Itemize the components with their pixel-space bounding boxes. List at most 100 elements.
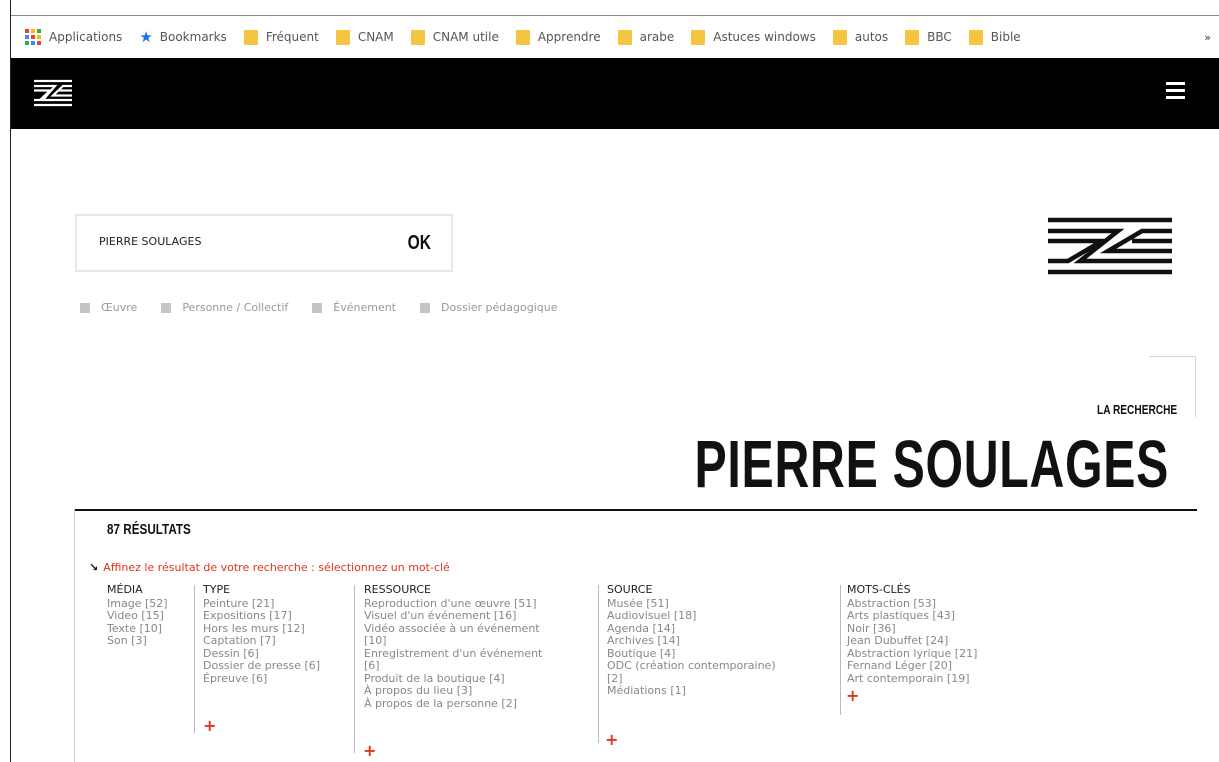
apps-grid-icon [25,29,41,45]
search-box: OK [75,214,453,272]
filter-label: Dossier pédagogique [441,301,558,314]
facet-item[interactable]: À propos du lieu [3] [364,684,542,698]
filter-label: Œuvre [101,301,138,314]
bookmarks-bar: Applications ★ Bookmarks Fréquent CNAM C… [11,15,1219,58]
bookmark-label: BBC [927,30,952,44]
facet-item[interactable]: Video [15] [107,609,168,623]
star-icon: ★ [139,28,153,46]
facet-item[interactable]: Son [3] [107,634,168,648]
bookmark-apprendre[interactable]: Apprendre [515,29,601,45]
facet-item[interactable]: Jean Dubuffet [24] [847,634,977,648]
bookmark-astuces-windows[interactable]: Astuces windows [691,29,816,45]
facet-item[interactable]: Dossier de presse [6] [203,659,320,673]
facet-item[interactable]: Épreuve [6] [203,672,320,686]
facet-title: RESSOURCE [364,583,431,596]
filter-evenement[interactable]: Événement [312,301,396,314]
folder-icon [617,29,632,45]
more-source-plus-icon[interactable]: + [605,732,618,748]
folder-icon [691,29,706,45]
checkbox-icon [80,302,90,313]
facet-item[interactable]: Audiovisuel [18] [607,609,776,623]
bookmark-label: Bible [990,30,1021,44]
more-type-plus-icon[interactable]: + [203,718,216,734]
title-divider [74,509,1197,511]
results-count: 87 RÉSULTATS [107,521,191,538]
facet-item[interactable]: Archives [14] [607,634,776,648]
filter-dossier[interactable]: Dossier pédagogique [420,301,557,314]
bookmark-frequent[interactable]: Fréquent [243,29,319,45]
more-bookmarks-chevron-icon[interactable]: » [1204,31,1211,44]
tab-la-recherche[interactable]: LA RECHERCHE [1097,402,1177,417]
facet-separator [840,585,841,715]
bookmark-label: CNAM [357,30,394,44]
tab-border-top [1149,356,1196,357]
tab-border-right [1195,357,1196,417]
folder-icon [515,29,530,45]
logo-icon[interactable] [33,78,73,112]
facet-item[interactable]: Enregistrement d'un événement [364,647,542,661]
facet-item[interactable]: Expositions [17] [203,609,320,623]
bookmark-applications[interactable]: Applications [25,29,122,45]
filter-personne[interactable]: Personne / Collectif [161,301,288,314]
facet-item[interactable]: Médiations [1] [607,684,776,698]
search-ok-button[interactable]: OK [408,232,431,255]
results-left-border [74,509,75,762]
arrow-down-right-icon: ↘ [89,561,99,574]
logo-large-icon [1046,215,1174,281]
site-header [11,58,1219,129]
folder-icon [410,29,425,45]
hamburger-icon[interactable] [1166,82,1185,99]
page-title: PIERRE SOULAGES [694,427,1169,502]
facet-item[interactable]: Fernand Léger [20] [847,659,977,673]
more-motscles-plus-icon[interactable]: + [846,688,859,704]
facet-separator [354,585,355,753]
folder-icon [243,29,258,45]
more-ressource-plus-icon[interactable]: + [363,743,376,759]
bookmark-cnam[interactable]: CNAM [335,29,394,45]
search-input[interactable] [97,234,361,249]
facet-mots-cles: MOTS-CLÉS Abstraction [53] Arts plastiqu… [847,583,977,686]
bookmark-bible[interactable]: Bible [968,29,1021,45]
facet-item[interactable]: [10] [364,634,542,648]
filter-label: Personne / Collectif [182,301,289,314]
facet-title: TYPE [203,583,231,596]
bookmark-cnam-utile[interactable]: CNAM utile [410,29,499,45]
checkbox-icon [161,302,172,313]
bookmark-label: autos [854,30,889,44]
filter-label: Événement [333,301,397,314]
bookmark-label: Apprendre [537,30,601,44]
facet-item[interactable]: Art contemporain [19] [847,672,977,686]
facet-title: MOTS-CLÉS [847,583,911,596]
facet-title: SOURCE [607,583,653,596]
facet-item[interactable]: Arts plastiques [43] [847,609,977,623]
facet-ressource: RESSOURCE Reproduction d'une œuvre [51] … [364,583,542,711]
bookmark-label: Fréquent [265,30,319,44]
refine-text: Affinez le résultat de votre recherche :… [103,561,450,574]
facet-item[interactable]: À propos de la personne [2] [364,697,542,711]
type-filters: Œuvre Personne / Collectif Événement Dos… [80,301,581,314]
facet-title: MÉDIA [107,583,143,596]
folder-icon [832,29,847,45]
bookmark-arabe[interactable]: arabe [617,29,674,45]
folder-icon [968,29,983,45]
refine-hint: ↘ Affinez le résultat de votre recherche… [89,561,450,574]
bookmark-autos[interactable]: autos [832,29,889,45]
bookmark-label: Bookmarks [159,30,227,44]
facet-source: SOURCE Musée [51] Audiovisuel [18] Agend… [607,583,776,698]
checkbox-icon [420,302,431,313]
facet-separator [598,585,599,743]
facet-item[interactable]: [6] [364,659,542,673]
checkbox-icon [312,302,323,313]
bookmark-label: Applications [49,30,123,44]
filter-oeuvre[interactable]: Œuvre [80,301,137,314]
folder-icon [335,29,350,45]
facet-separator [194,585,195,733]
bookmark-label: CNAM utile [432,30,499,44]
facet-item[interactable]: ODC (création contemporaine) [607,659,776,673]
bookmark-bookmarks[interactable]: ★ Bookmarks [139,28,227,46]
facet-item[interactable]: Vidéo associée à un événement [364,622,542,636]
bookmark-bbc[interactable]: BBC [905,29,952,45]
facet-item[interactable]: Visuel d'un événement [16] [364,609,542,623]
folder-icon [905,29,920,45]
facet-item[interactable]: Captation [7] [203,634,320,648]
